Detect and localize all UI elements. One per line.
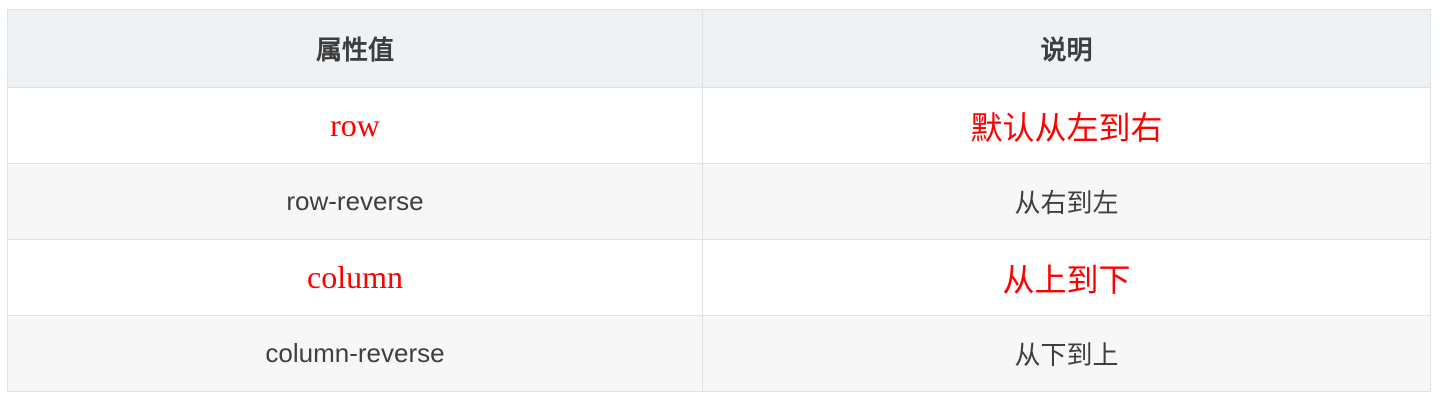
header-description: 说明 — [702, 9, 1431, 88]
table-header-row: 属性值 说明 — [7, 9, 1431, 88]
row-value-cell: row — [7, 87, 703, 164]
row-value-cell: row-reverse — [7, 163, 703, 240]
table-row: column-reverse 从下到上 — [7, 315, 1431, 392]
table-row: row-reverse 从右到左 — [7, 163, 1431, 240]
row-description-cell: 从右到左 — [702, 163, 1431, 240]
row-value-cell: column — [7, 239, 703, 316]
header-property-value: 属性值 — [7, 9, 703, 88]
table-row: row 默认从左到右 — [7, 87, 1431, 164]
table-row: column 从上到下 — [7, 239, 1431, 316]
row-description-cell: 从下到上 — [702, 315, 1431, 392]
row-description-cell: 默认从左到右 — [702, 87, 1431, 164]
row-description-cell: 从上到下 — [702, 239, 1431, 316]
flex-direction-table: 属性值 说明 row 默认从左到右 row-reverse 从右到左 colum… — [7, 9, 1431, 392]
row-value-cell: column-reverse — [7, 315, 703, 392]
